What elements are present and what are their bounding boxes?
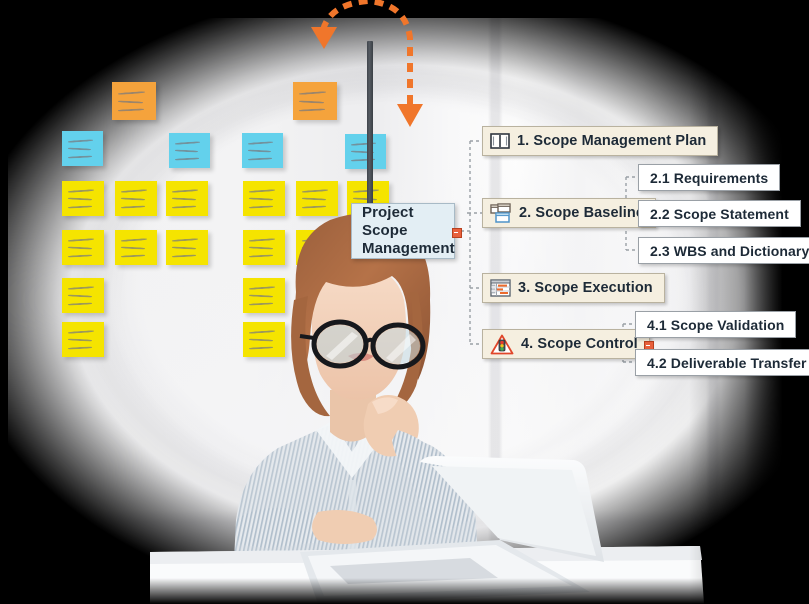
mindmap-connectors bbox=[455, 140, 638, 363]
stacked-windows-icon bbox=[490, 203, 512, 223]
node-label: 2.3 WBS and Dictionary bbox=[650, 242, 809, 259]
gantt-chart-icon bbox=[490, 279, 511, 297]
open-book-icon bbox=[490, 132, 510, 150]
center-node-line1: Project Scope bbox=[362, 204, 414, 239]
node-scope-baseline[interactable]: 2. Scope Baseline bbox=[482, 198, 661, 228]
node-label: 4.1 Scope Validation bbox=[647, 316, 785, 333]
mindmap-center-node[interactable]: Project Scope Management bbox=[351, 203, 462, 259]
node-scope-validation[interactable]: 4.1 Scope Validation bbox=[635, 311, 797, 338]
node-wbs-and-dictionary[interactable]: 2.3 WBS and Dictionary bbox=[638, 237, 809, 264]
node-label: 1. Scope Management Plan bbox=[517, 133, 707, 149]
warning-traffic-light-icon bbox=[490, 334, 514, 355]
node-label: 4. Scope Control bbox=[521, 336, 638, 352]
center-node-collapse-handle[interactable] bbox=[452, 228, 462, 238]
node-deliverable-transfer[interactable]: 4.2 Deliverable Transfer bbox=[635, 349, 809, 376]
node-label: 4.2 Deliverable Transfer bbox=[647, 354, 807, 371]
node-scope-statement[interactable]: 2.2 Scope Statement bbox=[638, 200, 801, 227]
mindmap: Project Scope Management 1. Scope Manage… bbox=[0, 0, 809, 604]
node-scope-management-plan[interactable]: 1. Scope Management Plan bbox=[482, 126, 719, 156]
node-label: 2.2 Scope Statement bbox=[650, 205, 789, 222]
node-scope-control[interactable]: 4. Scope Control bbox=[482, 329, 654, 359]
node-label: 2.1 Requirements bbox=[650, 169, 769, 186]
scene-root: Project Scope Management 1. Scope Manage… bbox=[0, 0, 809, 604]
node-label: 3. Scope Execution bbox=[518, 280, 653, 296]
center-node-line2: Management bbox=[362, 240, 455, 257]
node-scope-execution[interactable]: 3. Scope Execution bbox=[482, 273, 665, 303]
node-label: 2. Scope Baseline bbox=[519, 205, 645, 221]
node-requirements[interactable]: 2.1 Requirements bbox=[638, 164, 781, 191]
